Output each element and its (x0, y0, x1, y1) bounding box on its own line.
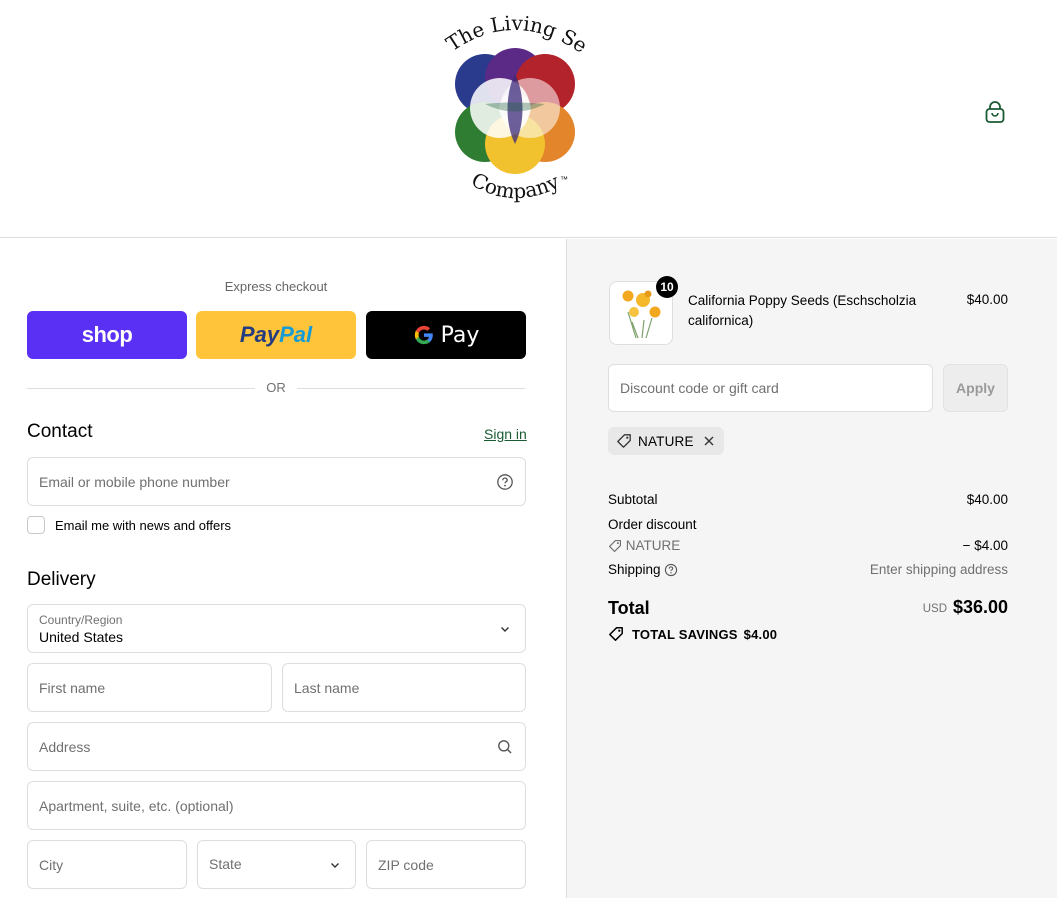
apply-discount-button[interactable]: Apply (943, 364, 1008, 412)
product-price: $40.00 (966, 292, 1008, 307)
divider-line-right (297, 388, 525, 389)
discount-value: − $4.00 (962, 538, 1008, 553)
question-circle-icon[interactable] (664, 563, 678, 577)
or-divider: OR (27, 379, 525, 397)
email-field[interactable] (27, 457, 526, 506)
discount-code-name: NATURE (625, 538, 681, 553)
total-label: Total (608, 598, 650, 618)
state-label: State (209, 856, 242, 872)
newsletter-label: Email me with news and offers (55, 517, 232, 533)
remove-discount-icon[interactable] (702, 434, 716, 448)
contact-title: Contact (27, 421, 93, 442)
shopping-bag-icon[interactable] (982, 100, 1008, 126)
chevron-down-icon (496, 620, 514, 638)
subtotal-value: $40.00 (966, 492, 1008, 507)
discount-code-row: NATURE − $4.00 (608, 538, 1008, 556)
zip-field[interactable] (366, 840, 526, 889)
shipping-row: Shipping Enter shipping address (608, 562, 1008, 580)
product-name: California Poppy Seeds (Eschscholzia cal… (688, 293, 917, 328)
newsletter-row: Email me with news and offers (27, 515, 231, 535)
apartment-input[interactable] (28, 782, 525, 829)
paypal-button[interactable]: Pay Pal (196, 311, 356, 359)
total-savings-value: $4.00 (743, 626, 778, 642)
discount-code-field[interactable] (608, 364, 933, 412)
email-input[interactable] (28, 458, 525, 505)
last-name-field[interactable] (282, 663, 526, 712)
order-summary-panel: 10 California Poppy Seeds (Eschscholzia … (566, 239, 1057, 898)
last-name-input[interactable] (283, 664, 525, 711)
delivery-title: Delivery (27, 569, 96, 590)
paypal-label-part2: Pal (279, 322, 313, 347)
zip-input[interactable] (367, 841, 525, 888)
chevron-down-icon (326, 856, 344, 874)
city-input[interactable] (28, 841, 186, 888)
shipping-label-group: Shipping (608, 562, 678, 577)
brand-logo[interactable]: The Living Seed Company ™ (434, 0, 592, 217)
shipping-label: Shipping (608, 562, 661, 577)
city-field[interactable] (27, 840, 187, 889)
google-pay-label: Pay (440, 322, 480, 348)
total-currency: USD (922, 603, 947, 615)
search-icon (496, 738, 514, 756)
google-pay-button[interactable]: Pay (366, 311, 526, 359)
address-input[interactable] (28, 723, 525, 770)
country-value: United States (39, 629, 124, 645)
total-value: $36.00 (952, 597, 1008, 617)
logo-trademark: ™ (560, 175, 568, 184)
apartment-field[interactable] (27, 781, 526, 830)
paypal-label-part1: Pay (239, 322, 280, 347)
google-g-icon (414, 325, 433, 345)
header: The Living Seed Company ™ (0, 0, 1057, 238)
address-field[interactable] (27, 722, 526, 771)
first-name-field[interactable] (27, 663, 272, 712)
tag-icon (609, 540, 621, 553)
discount-code-summary: NATURE (608, 538, 680, 553)
tag-icon (617, 434, 631, 448)
checkout-form-panel: Express checkout shop Pay Pal Pay OR Cont… (0, 239, 566, 898)
order-discount-label: Order discount (608, 517, 697, 532)
shop-pay-label: shop (81, 322, 133, 347)
shipping-value: Enter shipping address (869, 562, 1008, 577)
state-select[interactable]: State (197, 840, 356, 889)
country-label: Country/Region (39, 613, 123, 627)
shop-pay-button[interactable]: shop (27, 311, 187, 359)
savings-tag-icon (609, 627, 623, 641)
discount-code-input[interactable] (609, 365, 932, 411)
sign-in-link[interactable]: Sign in (484, 426, 527, 442)
applied-discount-code: NATURE (638, 433, 694, 449)
quantity-badge: 10 (656, 276, 678, 298)
newsletter-checkbox[interactable] (27, 516, 45, 534)
subtotal-label: Subtotal (608, 492, 658, 507)
total-savings-label: TOTAL SAVINGS (632, 626, 738, 642)
subtotal-row: Subtotal $40.00 (608, 492, 1008, 510)
total-savings: TOTAL SAVINGS $4.00 (608, 625, 777, 643)
country-select[interactable]: Country/Region United States (27, 604, 526, 653)
order-discount-row: Order discount (608, 517, 1008, 535)
question-circle-icon[interactable] (496, 473, 514, 491)
express-checkout-label: Express checkout (224, 279, 328, 294)
applied-discount-chip: NATURE (608, 427, 724, 455)
seed-of-life-logo-icon: The Living Seed Company ™ (434, 0, 592, 203)
first-name-input[interactable] (28, 664, 271, 711)
